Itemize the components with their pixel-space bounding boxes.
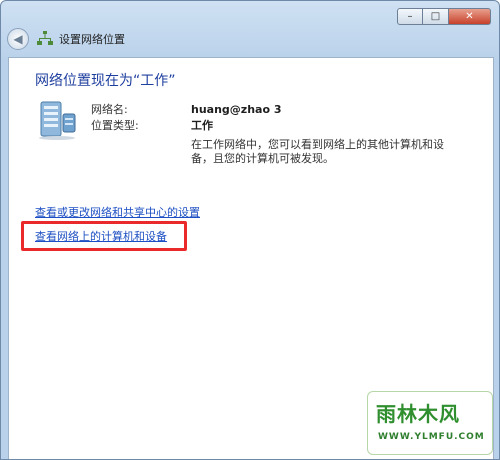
info-labels: 网络名: 位置类型: xyxy=(91,102,139,134)
back-arrow-icon: ◀ xyxy=(13,32,23,46)
network-center-link[interactable]: 查看或更改网络和共享中心的设置 xyxy=(35,204,200,220)
navigation-bar: ◀ 设置网络位置 xyxy=(7,27,125,51)
location-type-value: 工作 xyxy=(191,119,213,132)
network-icon xyxy=(37,30,53,48)
server-network-icon xyxy=(35,100,79,140)
back-button[interactable]: ◀ xyxy=(7,28,29,50)
network-name-label: 网络名: xyxy=(91,103,128,116)
location-description: 在工作网络中，您可以看到网络上的其他计算机和设备，且您的计算机可被发现。 xyxy=(191,138,444,165)
info-values: huang@zhao 3 工作 xyxy=(191,102,282,134)
watermark-logo: 雨林木风 WWW.YLMFU.COM xyxy=(367,391,493,455)
network-name-value: huang@zhao 3 xyxy=(191,103,282,116)
window-title: 设置网络位置 xyxy=(59,33,125,46)
watermark-url: WWW.YLMFU.COM xyxy=(378,432,485,442)
caption-buttons: – □ ✕ xyxy=(397,8,491,25)
dialog-window: – □ ✕ ◀ 设置网络位置 网络位置现在为“工作” 网络名: 位置类型: hu… xyxy=(0,0,500,460)
minimize-button[interactable]: – xyxy=(397,8,423,25)
location-type-label: 位置类型: xyxy=(91,119,139,132)
close-button[interactable]: ✕ xyxy=(449,8,491,25)
maximize-button[interactable]: □ xyxy=(423,8,449,25)
view-computers-link[interactable]: 查看网络上的计算机和设备 xyxy=(35,228,167,244)
watermark-title: 雨林木风 xyxy=(376,402,460,426)
page-heading: 网络位置现在为“工作” xyxy=(35,73,176,89)
